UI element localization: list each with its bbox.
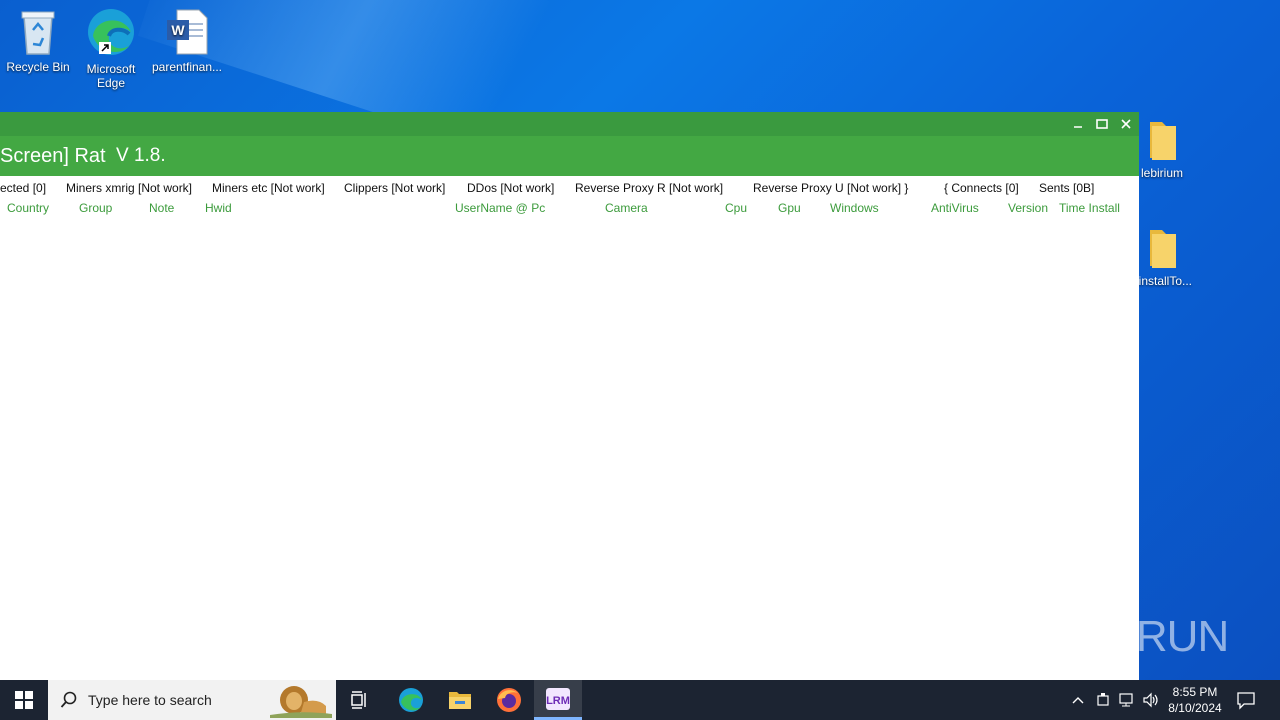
tab-connects[interactable]: { Connects [0] [944, 181, 1019, 195]
minimize-button[interactable] [1066, 112, 1090, 136]
task-view-button[interactable] [336, 680, 384, 720]
maximize-icon [1096, 119, 1108, 129]
chevron-up-icon [1072, 697, 1084, 704]
folder-icon [1150, 230, 1176, 268]
lion-search-highlight-icon [270, 686, 332, 718]
rat-app-window: Screen] Rat V 1.8. [0, 112, 1139, 680]
recycle-bin-label: Recycle Bin [6, 60, 70, 74]
tab-miners-etc[interactable]: Miners etc [Not work] [212, 181, 325, 195]
clock-date: 8/10/2024 [1168, 701, 1222, 715]
column-header-gpu[interactable]: Gpu [778, 201, 801, 215]
tab-sents[interactable]: Sents [0B] [1039, 181, 1094, 195]
anyrun-watermark: ANY RUN [1038, 612, 1229, 661]
column-header-note[interactable]: Note [149, 201, 174, 215]
tab-clippers[interactable]: Clippers [Not work] [344, 181, 445, 195]
column-header-username-pc[interactable]: UserName @ Pc [455, 201, 545, 215]
svg-text:W: W [171, 22, 185, 38]
maximize-button[interactable] [1090, 112, 1114, 136]
rat-app-icon: LRM [546, 687, 570, 710]
tray-volume-button[interactable] [1142, 692, 1160, 708]
word-document-desktop-icon[interactable]: W parentfinan... [149, 8, 225, 74]
word-document-label: parentfinan... [151, 60, 223, 74]
edge-icon [88, 9, 134, 55]
column-header-version[interactable]: Version [1008, 201, 1048, 215]
firefox-icon [497, 688, 521, 712]
edge-desktop-icon[interactable]: Microsoft Edge [73, 6, 149, 90]
tab-ddos[interactable]: DDos [Not work] [467, 181, 554, 195]
taskbar: Type here to search LRM 8:55 PM 8/10/202… [0, 680, 1280, 720]
tab-reverse-proxy-r[interactable]: Reverse Proxy R [Not work] [575, 181, 723, 195]
tab-reverse-proxy-u[interactable]: Reverse Proxy U [Not work] } [753, 181, 908, 195]
taskbar-firefox-button[interactable] [485, 680, 533, 720]
volume-icon [1143, 692, 1158, 708]
search-icon [60, 691, 77, 708]
app-title: Screen] Rat [0, 145, 106, 167]
column-header-camera[interactable]: Camera [605, 201, 648, 215]
search-placeholder: Type here to search [88, 692, 212, 708]
column-header-antivirus[interactable]: AntiVirus [931, 201, 979, 215]
close-button[interactable] [1114, 112, 1138, 136]
column-header-windows[interactable]: Windows [830, 201, 879, 215]
file-explorer-icon [449, 692, 471, 709]
column-header-group[interactable]: Group [79, 201, 112, 215]
recycle-bin-desktop-icon[interactable]: Recycle Bin [0, 8, 76, 74]
edge-label: Microsoft Edge [86, 62, 136, 90]
tab-miners-xmrig[interactable]: Miners xmrig [Not work] [66, 181, 192, 195]
tab-connected[interactable]: ected [0] [0, 181, 46, 195]
taskbar-rat-app-button[interactable]: LRM [534, 680, 582, 720]
word-document-icon: W [167, 9, 208, 55]
network-icon [1119, 693, 1133, 707]
column-header-country[interactable]: Country [7, 201, 49, 215]
show-hidden-icons-button[interactable] [1070, 692, 1086, 708]
notification-icon [1237, 692, 1255, 710]
taskbar-edge-button[interactable] [387, 680, 435, 720]
app-header: Screen] Rat V 1.8. [0, 136, 1139, 176]
tray-device-button[interactable] [1095, 692, 1111, 708]
app-version: V 1.8. [116, 145, 166, 166]
tray-network-button[interactable] [1118, 692, 1136, 708]
edge-icon [399, 688, 423, 712]
window-titlebar[interactable] [0, 112, 1139, 136]
recycle-bin-icon [21, 11, 55, 55]
taskbar-search-box[interactable]: Type here to search [48, 680, 336, 720]
close-icon [1121, 119, 1131, 129]
taskbar-clock[interactable]: 8:55 PM 8/10/2024 [1160, 684, 1230, 716]
svg-text:LRM: LRM [546, 695, 570, 707]
column-header-time-install[interactable]: Time Install [1059, 201, 1120, 215]
column-header-hwid[interactable]: Hwid [205, 201, 232, 215]
action-center-button[interactable] [1236, 690, 1258, 710]
minimize-icon [1074, 126, 1082, 128]
folder-label: ninstallTo... [1131, 274, 1193, 288]
device-icon [1097, 693, 1109, 706]
windows-logo-icon [15, 691, 33, 709]
folder-label: lebirium [1140, 166, 1183, 180]
task-view-icon [351, 691, 366, 709]
start-button[interactable] [0, 680, 48, 720]
clock-time: 8:55 PM [1172, 685, 1218, 699]
column-header-cpu[interactable]: Cpu [725, 201, 747, 215]
taskbar-file-explorer-button[interactable] [436, 680, 484, 720]
folder-icon [1150, 122, 1176, 160]
